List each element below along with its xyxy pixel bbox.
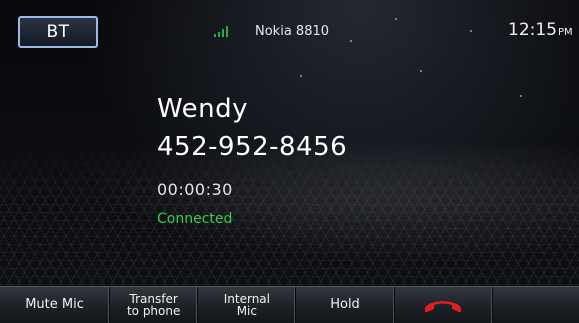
hold-label: Hold bbox=[330, 297, 360, 312]
background-star bbox=[420, 70, 422, 72]
phone-hangup-icon bbox=[425, 301, 462, 313]
hold-button[interactable]: Hold bbox=[296, 287, 395, 323]
internal-mic-label-line2: Mic bbox=[236, 304, 257, 318]
connected-device-name: Nokia 8810 bbox=[255, 24, 330, 39]
signal-strength-icon bbox=[214, 25, 230, 37]
caller-phone-number: 452-952-8456 bbox=[157, 132, 348, 162]
clock-ampm: PM bbox=[558, 27, 573, 38]
caller-name: Wendy bbox=[157, 94, 249, 124]
background-star bbox=[300, 75, 302, 77]
clock: 12:15PM bbox=[508, 20, 573, 40]
background-star bbox=[470, 30, 472, 32]
mute-mic-label: Mute Mic bbox=[25, 297, 84, 312]
clock-time: 12:15 bbox=[508, 20, 557, 40]
end-call-button[interactable] bbox=[395, 287, 493, 323]
internal-mic-button[interactable]: Internal Mic bbox=[198, 287, 297, 323]
background-star bbox=[520, 95, 522, 97]
call-control-bar: Mute Mic Transfer to phone Internal Mic … bbox=[0, 286, 579, 323]
transfer-to-phone-button[interactable]: Transfer to phone bbox=[110, 287, 199, 323]
transfer-label-line2: to phone bbox=[126, 304, 181, 318]
background-star bbox=[350, 40, 352, 42]
empty-bar-slot bbox=[493, 287, 579, 323]
call-duration: 00:00:30 bbox=[157, 180, 233, 199]
bt-button[interactable]: BT bbox=[18, 16, 98, 48]
background-star bbox=[395, 18, 397, 20]
call-status: Connected bbox=[157, 211, 233, 227]
mute-mic-button[interactable]: Mute Mic bbox=[0, 287, 111, 323]
